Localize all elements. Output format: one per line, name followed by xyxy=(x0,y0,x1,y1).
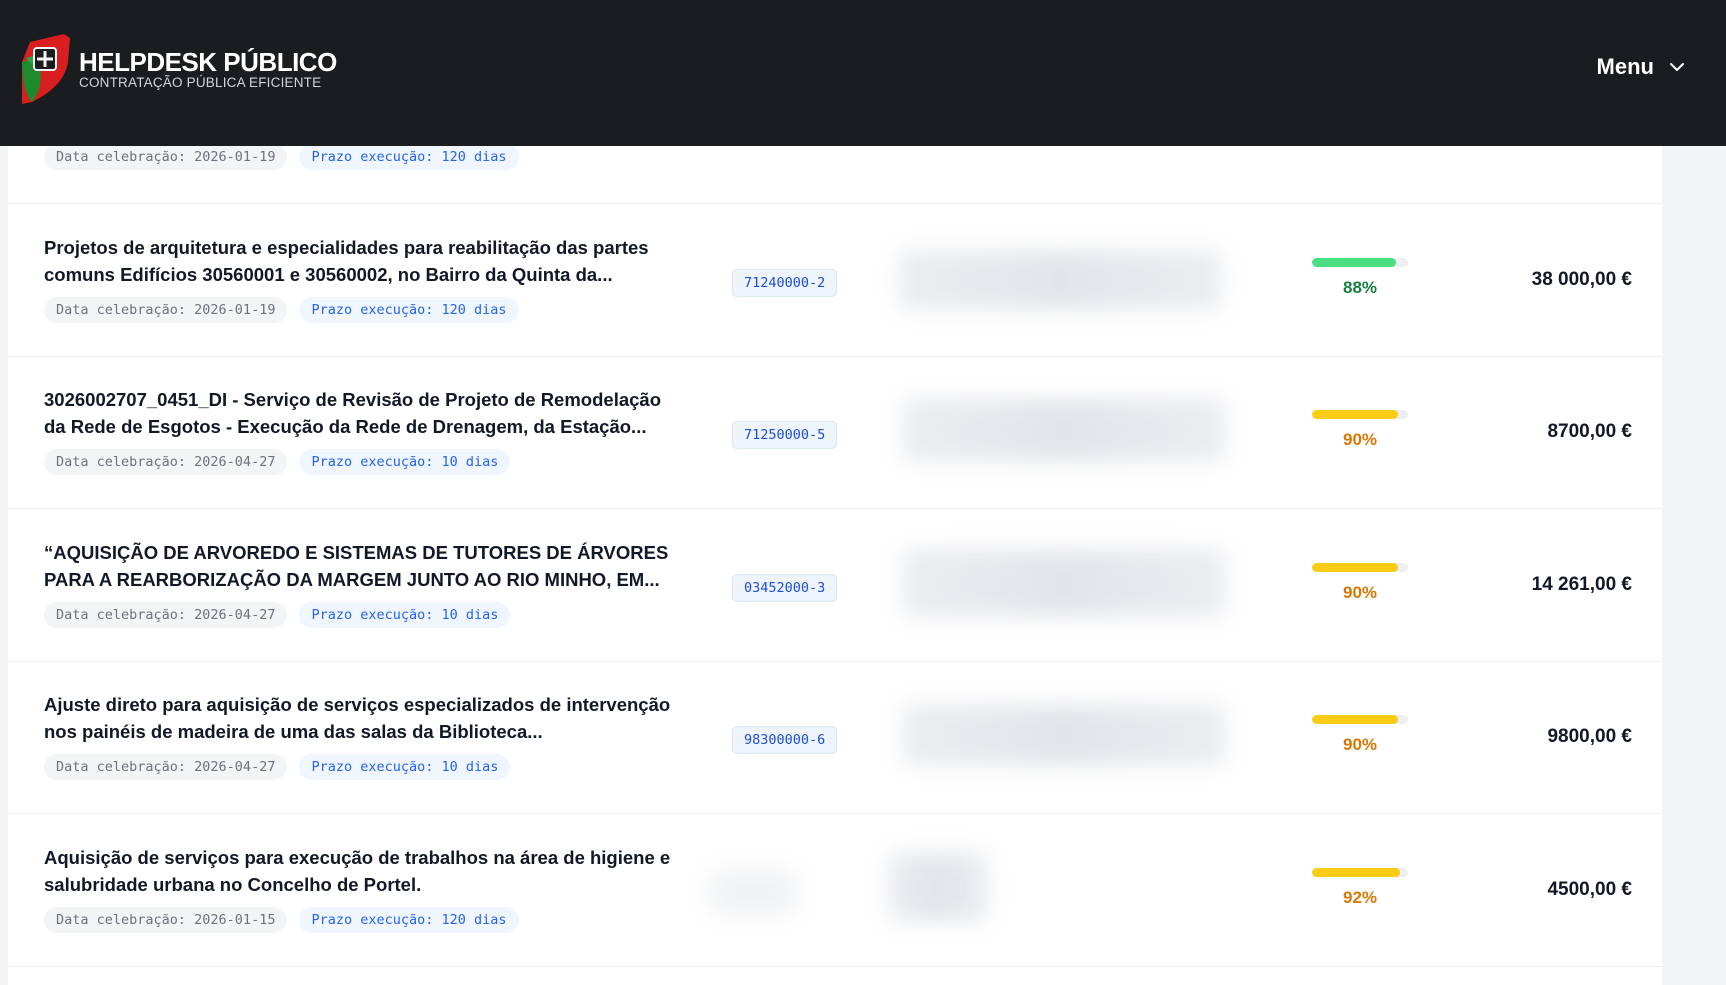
date-chip: Data celebração: 2026-01-15 xyxy=(44,907,288,933)
blurred-cpv xyxy=(708,870,798,914)
contract-row[interactable]: “AQUISIÇÃO DE ARVOREDO E SISTEMAS DE TUT… xyxy=(8,509,1662,662)
contract-amount: 38 000,00 € xyxy=(1531,269,1632,290)
helpdesk-logo[interactable] xyxy=(20,32,72,104)
prazo-chip: Prazo execução: 120 dias xyxy=(299,297,519,323)
prazo-chip: Prazo execução: 120 dias xyxy=(299,907,519,933)
prazo-chip: Prazo execução: 10 dias xyxy=(299,754,511,780)
match-score-fill xyxy=(1312,868,1401,877)
blurred-entity xyxy=(888,852,988,922)
blurred-entity xyxy=(898,250,1222,310)
contract-amount: 8700,00 € xyxy=(1547,421,1632,442)
brand-subtitle: CONTRATAÇÃO PÚBLICA EFICIENTE xyxy=(79,75,322,90)
contract-title[interactable]: Aquisição de serviços para execução de t… xyxy=(44,844,674,898)
contract-row[interactable]: Ajuste direto para aquisição de serviços… xyxy=(8,662,1662,814)
contract-amount: 14 261,00 € xyxy=(1531,574,1632,595)
contract-chips: Data celebração: 2026-04-27 Prazo execuç… xyxy=(44,449,511,475)
contract-chips: Data celebração: 2026-04-27 Prazo execuç… xyxy=(44,602,511,628)
contract-title[interactable]: “AQUISIÇÃO DE ARVOREDO E SISTEMAS DE TUT… xyxy=(44,539,674,593)
chevron-down-icon xyxy=(1670,63,1684,71)
cpv-code[interactable]: 98300000-6 xyxy=(732,726,838,754)
match-score-bar xyxy=(1312,563,1408,572)
prazo-chip: Prazo execução: 120 dias xyxy=(299,144,519,170)
top-header: HELPDESK PÚBLICO CONTRATAÇÃO PÚBLICA EFI… xyxy=(0,0,1726,146)
cpv-code[interactable]: 71250000-5 xyxy=(732,421,838,449)
match-score-fill xyxy=(1312,715,1399,724)
contract-title[interactable]: 3026002707_0451_DI - Serviço de Revisão … xyxy=(44,386,674,440)
brand-title[interactable]: HELPDESK PÚBLICO xyxy=(79,47,337,78)
contract-chips: Data celebração: 2026-01-19 Prazo execuç… xyxy=(44,297,519,323)
cpv-code[interactable]: 03452000-3 xyxy=(732,574,838,602)
match-score-fill xyxy=(1312,563,1399,572)
match-score-fill xyxy=(1312,410,1399,419)
match-score-label: 90% xyxy=(1342,583,1378,602)
match-score-fill xyxy=(1312,258,1397,267)
prazo-chip: Prazo execução: 10 dias xyxy=(299,602,511,628)
contract-row[interactable]: Projetos de arquitetura e especialidades… xyxy=(8,204,1662,357)
date-chip: Data celebração: 2026-04-27 xyxy=(44,449,288,475)
contract-row[interactable]: Aquisição de serviços para execução de t… xyxy=(8,814,1662,967)
contract-title[interactable]: Projetos de arquitetura e especialidades… xyxy=(44,234,674,288)
contract-chips: Data celebração: 2026-01-19 Prazo execuç… xyxy=(44,144,519,170)
date-chip: Data celebração: 2026-04-27 xyxy=(44,754,288,780)
contract-title[interactable]: Ajuste direto para aquisição de serviços… xyxy=(44,691,674,745)
contract-amount: 9800,00 € xyxy=(1547,726,1632,747)
match-score-label: 92% xyxy=(1342,888,1378,907)
contract-amount: 4500,00 € xyxy=(1547,879,1632,900)
prazo-chip: Prazo execução: 10 dias xyxy=(299,449,511,475)
date-chip: Data celebração: 2026-01-19 xyxy=(44,297,288,323)
blurred-entity xyxy=(902,704,1226,766)
date-chip: Data celebração: 2026-04-27 xyxy=(44,602,288,628)
menu-button[interactable]: Menu xyxy=(1597,54,1686,80)
blurred-entity xyxy=(902,398,1226,462)
cpv-code[interactable]: 71240000-2 xyxy=(732,269,838,297)
contract-chips: Data celebração: 2026-01-15 Prazo execuç… xyxy=(44,907,519,933)
match-score-label: 90% xyxy=(1342,735,1378,754)
contracts-list: Data celebração: 2026-01-19 Prazo execuç… xyxy=(8,0,1662,985)
match-score-bar xyxy=(1312,715,1408,724)
contract-row[interactable]: 3026002707_0451_DI - Serviço de Revisão … xyxy=(8,357,1662,509)
match-score-bar xyxy=(1312,868,1408,877)
date-chip: Data celebração: 2026-01-19 xyxy=(44,144,288,170)
blurred-entity xyxy=(902,549,1226,617)
menu-label: Menu xyxy=(1596,54,1654,79)
match-score-bar xyxy=(1312,258,1408,267)
match-score-label: 90% xyxy=(1342,430,1378,449)
match-score-label: 88% xyxy=(1342,278,1378,297)
match-score-bar xyxy=(1312,410,1408,419)
contract-chips: Data celebração: 2026-04-27 Prazo execuç… xyxy=(44,754,511,780)
